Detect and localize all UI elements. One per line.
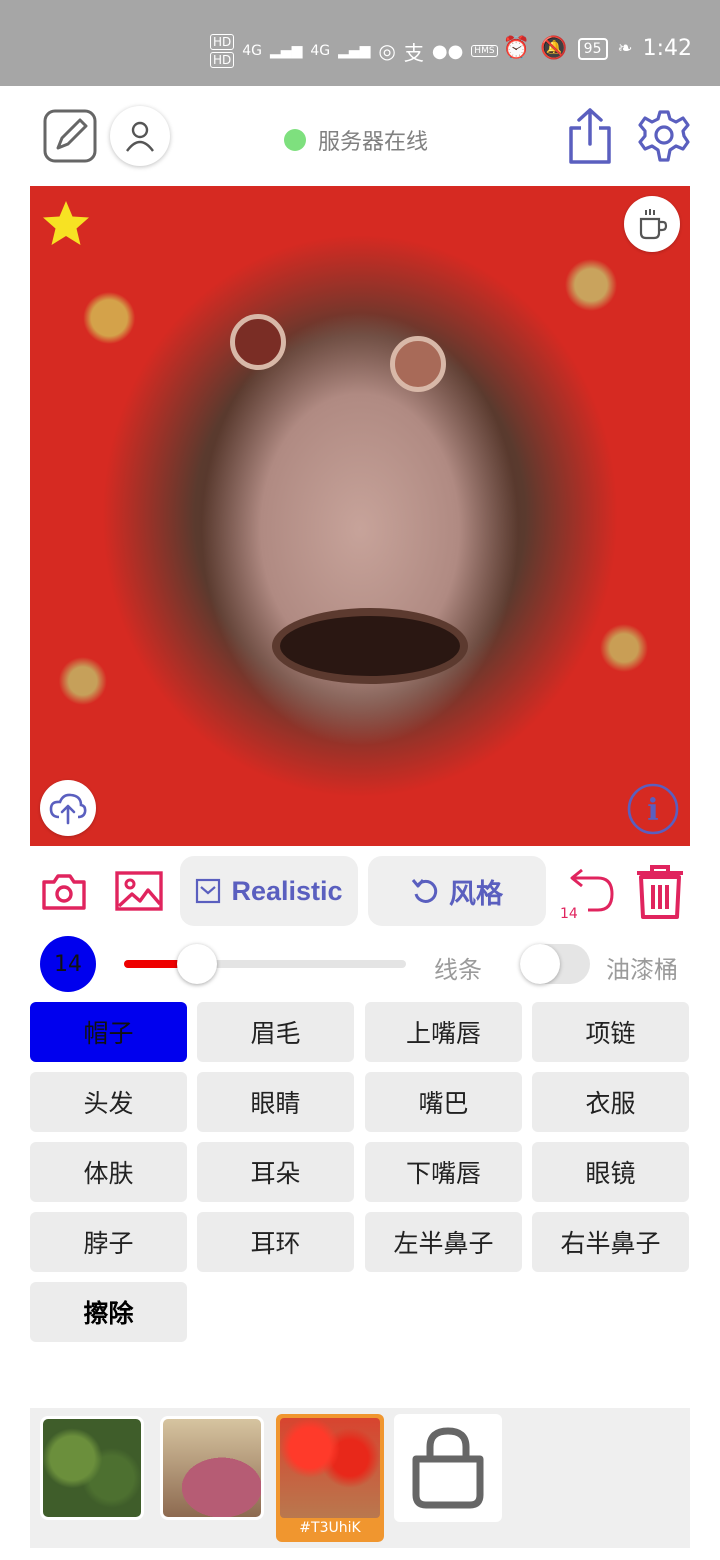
trash-icon bbox=[637, 865, 683, 919]
info-button[interactable]: i bbox=[626, 782, 680, 840]
status-bar: HD HD 4G ▂▄▆ 4G ▂▄▆ ◎ 支 ●● HMS ⏰ 🔕 95 ❧ … bbox=[0, 0, 720, 86]
shopping-bag-icon bbox=[412, 1427, 484, 1509]
rotate-icon bbox=[411, 879, 438, 903]
brush-size-slider[interactable] bbox=[124, 944, 406, 984]
leaf-icon: ❧ bbox=[617, 38, 633, 59]
star-icon bbox=[43, 201, 89, 245]
account-button[interactable] bbox=[110, 106, 170, 166]
label-option[interactable]: 耳环 bbox=[197, 1212, 354, 1272]
wechat-icon: ●● bbox=[431, 40, 464, 62]
lines-label: 线条 bbox=[434, 956, 482, 984]
edit-button[interactable] bbox=[42, 108, 98, 164]
server-status: 服务器在线 bbox=[284, 124, 428, 156]
hotspot-icon: ◎ bbox=[378, 39, 396, 63]
upload-cloud-icon bbox=[49, 793, 87, 825]
coffee-button[interactable] bbox=[624, 196, 680, 252]
battery-indicator: 95 bbox=[577, 37, 608, 60]
user-icon bbox=[126, 121, 154, 152]
gallery-button[interactable] bbox=[112, 866, 166, 916]
paint-bucket-toggle[interactable] bbox=[520, 944, 590, 984]
gear-icon bbox=[638, 110, 690, 162]
status-dot bbox=[284, 129, 306, 151]
label-option[interactable]: 右半鼻子 bbox=[532, 1212, 689, 1272]
label-option[interactable]: 脖子 bbox=[30, 1212, 187, 1272]
upload-button[interactable] bbox=[40, 780, 96, 836]
undo-button[interactable]: 14 bbox=[558, 864, 618, 922]
toggle-knob bbox=[520, 944, 560, 984]
coffee-cup-icon bbox=[639, 209, 668, 240]
slider-thumb[interactable] bbox=[177, 944, 217, 984]
camera-icon bbox=[42, 874, 86, 910]
label-option[interactable]: 下嘴唇 bbox=[365, 1142, 522, 1202]
style-label: 风格 bbox=[449, 878, 503, 909]
brush-controls: 14 线条 油漆桶 bbox=[0, 936, 720, 996]
camera-button[interactable] bbox=[38, 866, 90, 916]
settings-button[interactable] bbox=[634, 106, 694, 166]
paint-bucket-label: 油漆桶 bbox=[606, 956, 678, 984]
image-icon bbox=[115, 871, 163, 911]
label-option[interactable]: 眉毛 bbox=[197, 1002, 354, 1062]
favorite-button[interactable] bbox=[40, 198, 92, 254]
gallery-thumbnail[interactable] bbox=[160, 1416, 264, 1520]
canvas-eye-mark bbox=[390, 336, 446, 392]
top-bar: 服务器在线 bbox=[0, 86, 720, 186]
realistic-label: Realistic bbox=[231, 875, 343, 906]
realistic-button[interactable]: Realistic bbox=[180, 856, 358, 926]
delete-button[interactable] bbox=[632, 862, 688, 922]
label-option[interactable]: 头发 bbox=[30, 1072, 187, 1132]
share-icon bbox=[569, 108, 611, 164]
edit-icon bbox=[43, 109, 97, 163]
svg-text:i: i bbox=[647, 793, 658, 828]
label-option[interactable]: 衣服 bbox=[532, 1072, 689, 1132]
mail-checkbox-icon bbox=[196, 878, 221, 904]
label-option[interactable]: 眼镜 bbox=[532, 1142, 689, 1202]
status-left: HD HD 4G ▂▄▆ 4G ▂▄▆ ◎ 支 ●● HMS bbox=[210, 34, 498, 68]
network-label: 4G bbox=[310, 43, 331, 59]
thumbnail-image bbox=[280, 1418, 380, 1518]
style-button[interactable]: 风格 bbox=[368, 856, 546, 926]
alipay-icon: 支 bbox=[403, 40, 424, 65]
toolbar: Realistic 风格 14 bbox=[0, 856, 720, 928]
signal-icon: ▂▄▆ bbox=[270, 43, 303, 59]
gallery-thumbnail-selected[interactable]: #T3UhiK bbox=[276, 1414, 384, 1542]
label-option[interactable]: 左半鼻子 bbox=[365, 1212, 522, 1272]
alarm-icon: ⏰ bbox=[502, 36, 531, 61]
label-option[interactable]: 项链 bbox=[532, 1002, 689, 1062]
clock: 1:42 bbox=[642, 36, 692, 61]
label-option[interactable]: 上嘴唇 bbox=[365, 1002, 522, 1062]
canvas-mouth-mark bbox=[280, 616, 460, 676]
network-label: 4G bbox=[242, 43, 263, 59]
mute-icon: 🔕 bbox=[540, 36, 568, 61]
status-right: ⏰ 🔕 95 ❧ 1:42 bbox=[503, 36, 692, 61]
label-option[interactable]: 嘴巴 bbox=[365, 1072, 522, 1132]
label-option[interactable]: 体肤 bbox=[30, 1142, 187, 1202]
undo-count: 14 bbox=[560, 906, 578, 922]
shop-button[interactable] bbox=[394, 1414, 502, 1522]
drawing-canvas[interactable]: i bbox=[30, 186, 690, 846]
info-icon: i bbox=[627, 783, 679, 835]
signal-icon: ▂▄▆ bbox=[338, 43, 371, 59]
hd-badge: HD bbox=[210, 52, 235, 68]
hms-icon: HMS bbox=[471, 45, 498, 57]
thumbnail-id: #T3UhiK bbox=[299, 1520, 361, 1536]
label-option[interactable]: 眼睛 bbox=[197, 1072, 354, 1132]
gallery-strip: #T3UhiK bbox=[30, 1408, 690, 1548]
label-option[interactable]: 帽子 bbox=[30, 1002, 187, 1062]
share-button[interactable] bbox=[562, 104, 618, 168]
canvas-eye-mark bbox=[230, 314, 286, 370]
label-option[interactable]: 擦除 bbox=[30, 1282, 187, 1342]
brush-size-badge: 14 bbox=[40, 936, 96, 992]
label-option[interactable]: 耳朵 bbox=[197, 1142, 354, 1202]
server-status-label: 服务器在线 bbox=[318, 130, 429, 155]
gallery-thumbnail[interactable] bbox=[40, 1416, 144, 1520]
hd-badge: HD bbox=[210, 34, 235, 50]
